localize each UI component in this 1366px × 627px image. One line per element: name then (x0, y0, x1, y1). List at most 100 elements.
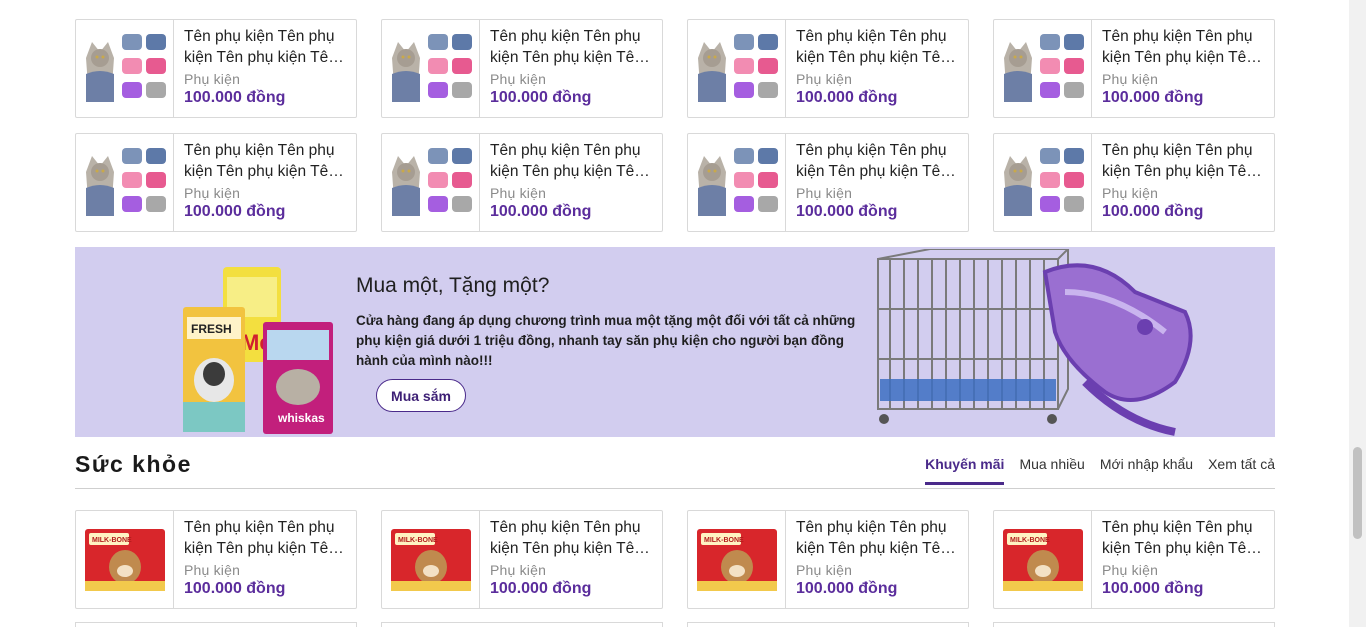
product-price: 100.000 đồng (796, 203, 898, 220)
product-card[interactable]: MILK-BONE Tên phụ kiện Tên phụ kiện Tên … (381, 510, 663, 609)
product-name[interactable]: Tên phụ kiện Tên phụ kiện Tên phụ kiện T… (490, 26, 654, 68)
shop-now-button[interactable]: Mua sắm (376, 379, 466, 412)
product-card[interactable]: Tên phụ kiện Tên phụ kiện Tên phụ kiện T… (381, 19, 663, 118)
promo-banner: Me FRESH whiskas Mua một, Tặng một? Cửa … (75, 247, 1275, 437)
product-price: 100.000 đồng (796, 580, 898, 597)
product-image[interactable]: MILK-BONE (382, 511, 480, 608)
product-name[interactable]: Tên phụ kiện Tên phụ kiện Tên phụ kiện T… (1102, 517, 1266, 559)
product-price: 100.000 đồng (1102, 89, 1204, 106)
product-name[interactable]: Tên phụ kiện Tên phụ kiện Tên phụ kiện T… (796, 26, 960, 68)
product-name[interactable]: Tên phụ kiện Tên phụ kiện Tên phụ kiện T… (490, 140, 654, 182)
section-title-health: Sức khỏe (75, 451, 192, 477)
product-card[interactable]: Tên phụ kiện Tên phụ kiện Tên phụ kiện T… (993, 133, 1275, 232)
box-label: MILK-BONE (92, 537, 132, 544)
product-info: Tên phụ kiện Tên phụ kiện Tên phụ kiện T… (174, 20, 356, 117)
product-price: 100.000 đồng (796, 89, 898, 106)
box-label: MILK-BONE (1010, 537, 1050, 544)
product-info: Tên phụ kiện Tên phụ kiện Tên phụ kiện T… (480, 20, 662, 117)
product-name[interactable]: Tên phụ kiện Tên phụ kiện Tên phụ kiện T… (1102, 26, 1266, 68)
product-price: 100.000 đồng (490, 203, 592, 220)
pet-food-bags-image: Me FRESH whiskas (183, 267, 333, 434)
section-tabs: Khuyến mãi Mua nhiều Mới nhập khẩu Xem t… (925, 456, 1275, 485)
product-price: 100.000 đồng (184, 203, 286, 220)
product-card[interactable]: Tên phụ kiện Tên phụ kiện Tên phụ kiện T… (75, 133, 357, 232)
product-image[interactable] (994, 134, 1092, 231)
product-image[interactable]: MILK-BONE (76, 511, 174, 608)
product-image[interactable] (76, 134, 174, 231)
product-card[interactable]: MILK-BONE Tên phụ kiện Tên phụ kiện Tên … (687, 510, 969, 609)
product-name[interactable]: Tên phụ kiện Tên phụ kiện Tên phụ kiện T… (490, 517, 654, 559)
product-category: Phụ kiện (796, 562, 853, 578)
product-category: Phụ kiện (1102, 71, 1159, 87)
pet-harness-image (1042, 263, 1193, 436)
product-category: Phụ kiện (796, 71, 853, 87)
product-category: Phụ kiện (184, 562, 241, 578)
product-image[interactable] (382, 20, 480, 117)
scrollbar-thumb[interactable] (1353, 447, 1362, 539)
product-image[interactable] (382, 134, 480, 231)
product-price: 100.000 đồng (490, 580, 592, 597)
product-info: Tên phụ kiện Tên phụ kiện Tên phụ kiện T… (480, 511, 662, 608)
product-card[interactable]: Tên phụ kiện Tên phụ kiện Tên phụ kiện T… (75, 19, 357, 118)
product-image[interactable]: MILK-BONE (994, 511, 1092, 608)
health-grid: MILK-BONE Tên phụ kiện Tên phụ kiện Tên … (75, 510, 1275, 609)
product-category: Phụ kiện (184, 71, 241, 87)
banner-text: Cửa hàng đang áp dụng chương trình mua m… (356, 313, 856, 368)
product-image[interactable]: MILK-BONE (688, 511, 786, 608)
product-category: Phụ kiện (1102, 185, 1159, 201)
product-price: 100.000 đồng (184, 580, 286, 597)
product-price: 100.000 đồng (184, 89, 286, 106)
product-info: Tên phụ kiện Tên phụ kiện Tên phụ kiện T… (1092, 134, 1274, 231)
product-info: Tên phụ kiện Tên phụ kiện Tên phụ kiện T… (174, 511, 356, 608)
product-card[interactable]: MILK-BONE Tên phụ kiện Tên phụ kiện Tên … (993, 510, 1275, 609)
product-category: Phụ kiện (490, 562, 547, 578)
section-divider (75, 488, 1275, 489)
product-image[interactable] (76, 20, 174, 117)
product-info: Tên phụ kiện Tên phụ kiện Tên phụ kiện T… (480, 134, 662, 231)
product-card[interactable] (381, 622, 663, 627)
product-info: Tên phụ kiện Tên phụ kiện Tên phụ kiện T… (1092, 511, 1274, 608)
product-category: Phụ kiện (490, 185, 547, 201)
accessories-grid: Tên phụ kiện Tên phụ kiện Tên phụ kiện T… (75, 19, 1275, 232)
banner-title: Mua một, Tặng một? (356, 274, 550, 297)
product-name[interactable]: Tên phụ kiện Tên phụ kiện Tên phụ kiện T… (184, 517, 348, 559)
product-image[interactable] (688, 20, 786, 117)
product-info: Tên phụ kiện Tên phụ kiện Tên phụ kiện T… (786, 511, 968, 608)
product-category: Phụ kiện (184, 185, 241, 201)
product-card[interactable]: Tên phụ kiện Tên phụ kiện Tên phụ kiện T… (993, 19, 1275, 118)
product-card[interactable] (993, 622, 1275, 627)
product-image[interactable] (994, 20, 1092, 117)
product-card[interactable]: Tên phụ kiện Tên phụ kiện Tên phụ kiện T… (687, 19, 969, 118)
product-price: 100.000 đồng (1102, 580, 1204, 597)
product-card[interactable]: MILK-BONE Tên phụ kiện Tên phụ kiện Tên … (75, 510, 357, 609)
product-category: Phụ kiện (490, 71, 547, 87)
product-info: Tên phụ kiện Tên phụ kiện Tên phụ kiện T… (786, 134, 968, 231)
tab-new-imports[interactable]: Mới nhập khẩu (1100, 456, 1193, 485)
product-name[interactable]: Tên phụ kiện Tên phụ kiện Tên phụ kiện T… (184, 26, 348, 68)
product-card[interactable]: Tên phụ kiện Tên phụ kiện Tên phụ kiện T… (687, 133, 969, 232)
scrollbar[interactable] (1349, 0, 1366, 627)
product-image[interactable] (688, 134, 786, 231)
box-label: MILK-BONE (398, 537, 438, 544)
tab-best-selling[interactable]: Mua nhiều (1019, 456, 1084, 485)
product-info: Tên phụ kiện Tên phụ kiện Tên phụ kiện T… (786, 20, 968, 117)
food-label-3: whiskas (277, 411, 325, 425)
product-category: Phụ kiện (1102, 562, 1159, 578)
product-price: 100.000 đồng (490, 89, 592, 106)
page: Tên phụ kiện Tên phụ kiện Tên phụ kiện T… (0, 0, 1366, 627)
product-card[interactable]: Tên phụ kiện Tên phụ kiện Tên phụ kiện T… (381, 133, 663, 232)
product-category: Phụ kiện (796, 185, 853, 201)
tab-promotion[interactable]: Khuyến mãi (925, 456, 1005, 485)
product-price: 100.000 đồng (1102, 203, 1204, 220)
product-info: Tên phụ kiện Tên phụ kiện Tên phụ kiện T… (1092, 20, 1274, 117)
tab-view-all[interactable]: Xem tất cả (1208, 456, 1275, 485)
product-name[interactable]: Tên phụ kiện Tên phụ kiện Tên phụ kiện T… (184, 140, 348, 182)
next-row-cards (75, 622, 1275, 627)
product-card[interactable] (75, 622, 357, 627)
product-card[interactable] (687, 622, 969, 627)
product-info: Tên phụ kiện Tên phụ kiện Tên phụ kiện T… (174, 134, 356, 231)
product-name[interactable]: Tên phụ kiện Tên phụ kiện Tên phụ kiện T… (1102, 140, 1266, 182)
product-name[interactable]: Tên phụ kiện Tên phụ kiện Tên phụ kiện T… (796, 140, 960, 182)
box-label: MILK-BONE (704, 537, 744, 544)
product-name[interactable]: Tên phụ kiện Tên phụ kiện Tên phụ kiện T… (796, 517, 960, 559)
